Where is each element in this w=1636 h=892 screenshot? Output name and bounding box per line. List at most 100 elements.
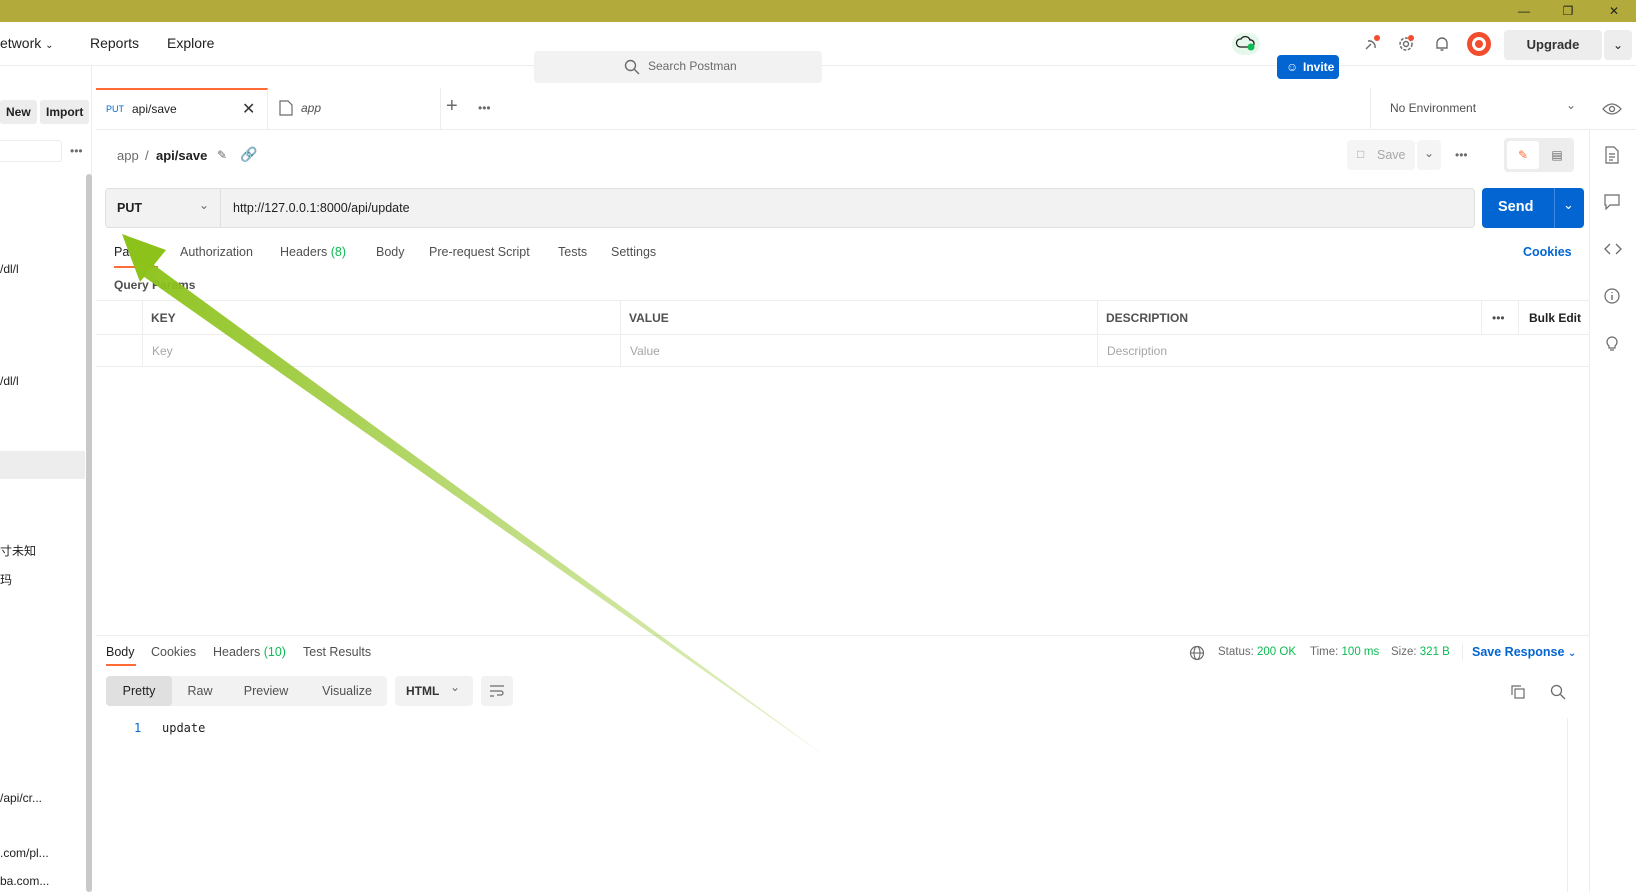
query-params-title: Query Params — [114, 278, 196, 292]
breadcrumb-parent[interactable]: app — [117, 148, 139, 163]
comments-icon[interactable] — [1604, 194, 1620, 210]
bulk-edit-button[interactable]: Bulk Edit — [1529, 311, 1581, 325]
settings-gear-icon[interactable] — [1396, 34, 1416, 54]
save-disk-icon: □ — [1357, 147, 1365, 161]
tab-headers[interactable]: Headers (8) — [280, 245, 346, 259]
comment-mode-icon[interactable]: ▤ — [1542, 141, 1572, 169]
cookies-link[interactable]: Cookies — [1523, 245, 1572, 259]
list-item[interactable]: .com/pl... — [0, 846, 49, 860]
tab-authorization[interactable]: Authorization — [180, 245, 253, 259]
tabs-more-icon[interactable]: ••• — [478, 101, 491, 115]
tab-params[interactable]: Params — [114, 245, 157, 259]
documentation-icon[interactable] — [1604, 146, 1620, 164]
invite-button[interactable]: ☺ Invite — [1277, 55, 1339, 79]
line-number: 1 — [134, 721, 142, 735]
right-rail — [1589, 130, 1636, 892]
response-size: Size: 321 B — [1391, 646, 1450, 658]
tab-body[interactable]: Body — [376, 245, 405, 259]
edit-mode-icon[interactable]: ✎ — [1507, 141, 1539, 169]
response-status: Status: 200 OK — [1218, 646, 1297, 658]
list-item[interactable]: /dl/l — [0, 374, 19, 388]
eye-icon[interactable] — [1602, 102, 1622, 116]
save-button[interactable]: □ Save — [1347, 140, 1415, 170]
response-tab-headers[interactable]: Headers (10) — [213, 645, 286, 659]
mode-toggle: ✎ ▤ — [1504, 138, 1574, 172]
list-item[interactable]: /dl/l — [0, 262, 19, 276]
save-dropdown-chevron-icon[interactable]: ⌄ — [1417, 140, 1441, 170]
copy-icon[interactable] — [1510, 684, 1526, 700]
response-tab-test-results[interactable]: Test Results — [303, 645, 371, 659]
wrap-lines-button[interactable] — [481, 676, 513, 706]
list-item[interactable]: /api/cr... — [0, 791, 42, 805]
window-title-bar: — ❐ ✕ — [0, 0, 1636, 22]
description-input[interactable]: Description — [1107, 344, 1167, 358]
tab-app[interactable]: app — [269, 88, 441, 130]
sidebar-filter-input[interactable] — [0, 140, 62, 162]
send-dropdown-chevron-icon[interactable]: ⌄ — [1563, 197, 1574, 213]
nav-network[interactable]: etwork ⌄ — [0, 35, 54, 51]
sidebar-more-icon[interactable]: ••• — [70, 144, 83, 158]
tab-tests[interactable]: Tests — [558, 245, 587, 259]
avatar[interactable] — [1466, 31, 1492, 57]
nav-explore[interactable]: Explore — [167, 35, 214, 51]
tabs-bar: PUT api/save ✕ app + ••• No Environment … — [96, 88, 1636, 130]
minimize-icon[interactable]: — — [1506, 0, 1542, 22]
list-item[interactable]: 玛 — [0, 571, 12, 588]
add-user-icon: ☺ — [1286, 60, 1299, 74]
lightbulb-icon[interactable] — [1604, 334, 1620, 352]
view-visualize-button[interactable]: Visualize — [310, 676, 384, 706]
environment-select[interactable]: No Environment — [1390, 101, 1476, 115]
add-tab-icon[interactable]: + — [446, 95, 458, 118]
format-chevron-icon: ⌄ — [450, 680, 461, 694]
selected-list-item[interactable] — [0, 451, 85, 479]
search-input[interactable]: Search Postman — [534, 51, 822, 83]
view-raw-button[interactable]: Raw — [176, 676, 224, 706]
search-icon — [624, 59, 640, 75]
restore-icon[interactable]: ❐ — [1550, 0, 1586, 22]
value-input[interactable]: Value — [630, 344, 660, 358]
import-button[interactable]: Import — [40, 100, 90, 124]
tab-api-save[interactable]: PUT api/save ✕ — [96, 88, 268, 130]
tab-settings[interactable]: Settings — [611, 245, 656, 259]
list-item[interactable]: 寸未知 — [0, 542, 36, 559]
response-tab-body[interactable]: Body — [106, 645, 135, 659]
list-item[interactable]: ba.com... — [0, 874, 49, 888]
upgrade-dropdown-chevron-icon[interactable]: ⌄ — [1604, 30, 1632, 60]
notification-bell-icon[interactable] — [1432, 34, 1452, 54]
globe-icon[interactable] — [1189, 645, 1205, 661]
format-select[interactable]: HTML ⌄ — [395, 676, 473, 706]
close-tab-icon[interactable]: ✕ — [242, 99, 255, 119]
new-button[interactable]: New — [0, 100, 37, 124]
column-header-key: KEY — [151, 311, 176, 325]
method-select[interactable]: PUT ⌄ — [106, 189, 221, 227]
code-snippet-icon[interactable] — [1604, 242, 1622, 256]
view-pretty-button[interactable]: Pretty — [106, 676, 172, 706]
close-window-icon[interactable]: ✕ — [1596, 0, 1632, 22]
key-input[interactable]: Key — [152, 344, 173, 358]
annotation-arrow — [122, 234, 828, 758]
cloud-sync-icon[interactable] — [1232, 33, 1260, 55]
table-more-icon[interactable]: ••• — [1492, 311, 1505, 325]
save-response-button[interactable]: Save Response ⌄ — [1472, 645, 1576, 659]
link-icon[interactable]: 🔗 — [240, 146, 257, 163]
page-title[interactable]: api/save — [156, 148, 207, 163]
info-icon[interactable] — [1604, 288, 1620, 304]
satellite-icon[interactable] — [1362, 34, 1382, 54]
nav-reports[interactable]: Reports — [90, 35, 139, 51]
response-tab-cookies[interactable]: Cookies — [151, 645, 196, 659]
upgrade-button[interactable]: Upgrade — [1504, 30, 1602, 60]
tab-pre-request-script[interactable]: Pre-request Script — [429, 245, 530, 259]
wrap-lines-icon — [490, 685, 504, 697]
edit-pencil-icon[interactable]: ✎ — [217, 148, 227, 162]
url-bar: PUT ⌄ http://127.0.0.1:8000/api/update — [105, 188, 1475, 228]
send-button[interactable]: Send ⌄ — [1482, 188, 1584, 228]
request-more-icon[interactable]: ••• — [1455, 148, 1468, 162]
search-response-icon[interactable] — [1550, 684, 1566, 700]
response-scrollbar[interactable] — [1567, 718, 1568, 892]
breadcrumb-separator: / — [145, 148, 149, 163]
response-divider[interactable] — [96, 635, 1589, 636]
environment-chevron-icon[interactable]: ⌄ — [1566, 98, 1576, 112]
sidebar-scrollbar[interactable] — [86, 174, 92, 892]
url-input[interactable]: http://127.0.0.1:8000/api/update — [233, 201, 410, 215]
view-preview-button[interactable]: Preview — [230, 676, 302, 706]
